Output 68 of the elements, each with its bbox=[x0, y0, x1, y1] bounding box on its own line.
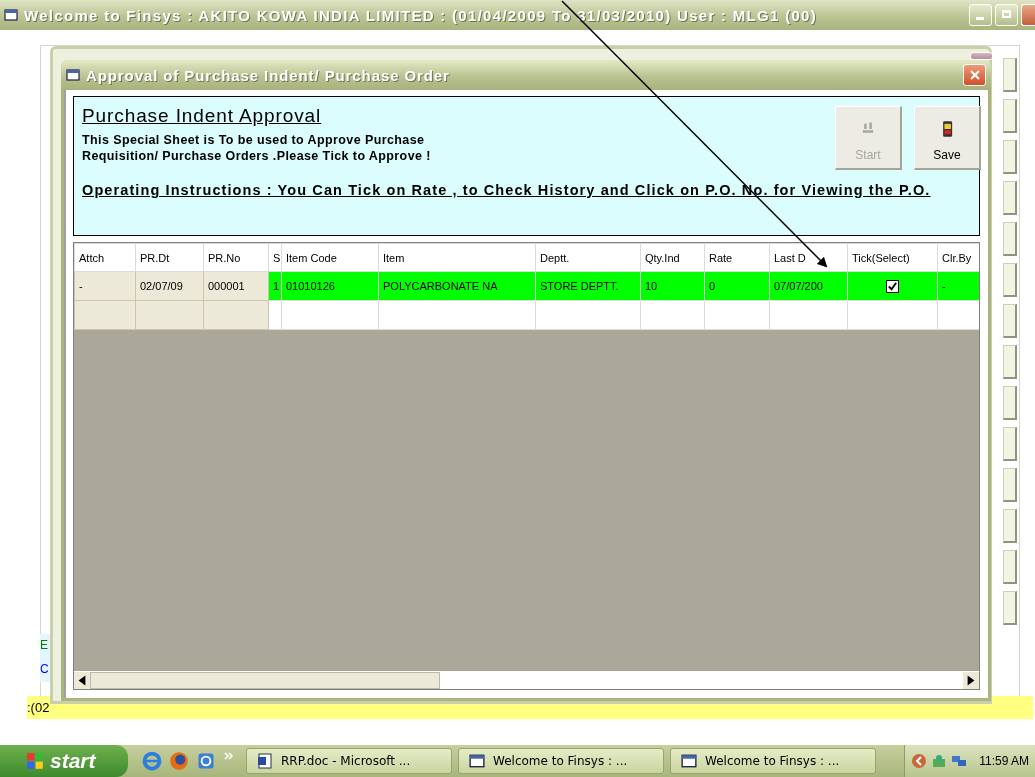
app-icon[interactable] bbox=[196, 751, 216, 771]
taskbar-button[interactable]: Welcome to Finsys : ... bbox=[670, 748, 876, 774]
document-icon bbox=[257, 753, 273, 769]
side-button[interactable] bbox=[1003, 509, 1017, 543]
side-button[interactable] bbox=[1003, 263, 1017, 297]
window-icon bbox=[66, 68, 80, 82]
window-icon bbox=[681, 753, 697, 769]
windows-flag-icon bbox=[26, 752, 44, 770]
browser-icon[interactable] bbox=[142, 751, 162, 771]
table-cell: 000001 bbox=[203, 271, 269, 301]
window-icon bbox=[469, 753, 485, 769]
table-cell: 10 bbox=[640, 271, 705, 301]
taskbar-button[interactable]: RRP.doc - Microsoft ... bbox=[246, 748, 452, 774]
window-title: Welcome to Finsys : AKITO KOWA INDIA LIMITED : (01/04/2009 To 31/03/2010) User : MLG1 (00) bbox=[24, 6, 817, 24]
side-button[interactable] bbox=[1003, 386, 1017, 420]
scrollbar-thumb[interactable] bbox=[90, 672, 440, 689]
description-text: This Special Sheet is To be used to Approve Purchase Requisition/ Purchase Orders .Please Tick to Approve ! bbox=[82, 132, 432, 164]
status-text: :(02 bbox=[27, 700, 50, 715]
column-header: Clr.By bbox=[937, 243, 979, 272]
dialog-title: Approval of Purchase Indent/ Purchase Order bbox=[86, 66, 450, 84]
tray-icon[interactable] bbox=[931, 753, 948, 769]
chevron-icon[interactable] bbox=[223, 750, 234, 762]
column-header: Tick(Select) bbox=[847, 243, 938, 272]
side-button[interactable] bbox=[1003, 222, 1017, 256]
side-button[interactable] bbox=[1003, 468, 1017, 502]
side-button[interactable] bbox=[1003, 181, 1017, 215]
side-button[interactable] bbox=[1003, 550, 1017, 584]
collapse-icon[interactable] bbox=[911, 753, 928, 769]
window-icon bbox=[4, 8, 18, 22]
form-heading: Purchase Indent Approval bbox=[82, 104, 323, 127]
table-cell: 0 bbox=[704, 271, 770, 301]
network-icon[interactable] bbox=[951, 753, 968, 769]
scroll-left-icon[interactable] bbox=[74, 672, 90, 689]
column-header: Qty.Ind bbox=[640, 243, 705, 272]
scroll-right-icon[interactable] bbox=[963, 672, 979, 689]
side-button[interactable] bbox=[1003, 304, 1017, 338]
side-button[interactable] bbox=[1003, 591, 1017, 625]
clock: 11:59 AM bbox=[979, 754, 1029, 768]
checkmark-icon bbox=[887, 280, 898, 292]
table-cell: - bbox=[74, 271, 136, 301]
table-cell: 02/07/09 bbox=[135, 271, 204, 301]
column-header: PR.Dt bbox=[135, 243, 204, 272]
globe-icon[interactable] bbox=[169, 751, 189, 771]
column-header: Attch bbox=[74, 243, 136, 272]
column-header: Item bbox=[378, 243, 536, 272]
side-button[interactable] bbox=[1003, 140, 1017, 174]
column-header: PR.No bbox=[203, 243, 269, 272]
taskbar-button[interactable]: Welcome to Finsys : ... bbox=[458, 748, 664, 774]
column-header: Item Code bbox=[281, 243, 379, 272]
side-button[interactable] bbox=[1003, 427, 1017, 461]
column-header: Rate bbox=[704, 243, 770, 272]
column-header: Deptt. bbox=[535, 243, 641, 272]
side-button[interactable] bbox=[1003, 99, 1017, 133]
table-cell: 01010126 bbox=[281, 271, 379, 301]
close-icon bbox=[967, 68, 982, 82]
checkbox[interactable] bbox=[886, 279, 899, 293]
column-header: Last D bbox=[769, 243, 848, 272]
side-button[interactable] bbox=[1003, 345, 1017, 379]
table-cell: POLYCARBONATE NA bbox=[378, 271, 536, 301]
minimize-button[interactable] bbox=[969, 4, 992, 26]
table-cell: STORE DEPTT. bbox=[535, 271, 641, 301]
save-button[interactable]: Save bbox=[914, 106, 981, 170]
maximize-button[interactable] bbox=[995, 4, 1018, 26]
side-button[interactable] bbox=[1003, 58, 1017, 92]
horizontal-scrollbar[interactable] bbox=[74, 671, 979, 689]
table-cell: 07/07/200 bbox=[769, 271, 848, 301]
form-label: E bbox=[40, 637, 49, 654]
form-label: C bbox=[40, 661, 50, 678]
